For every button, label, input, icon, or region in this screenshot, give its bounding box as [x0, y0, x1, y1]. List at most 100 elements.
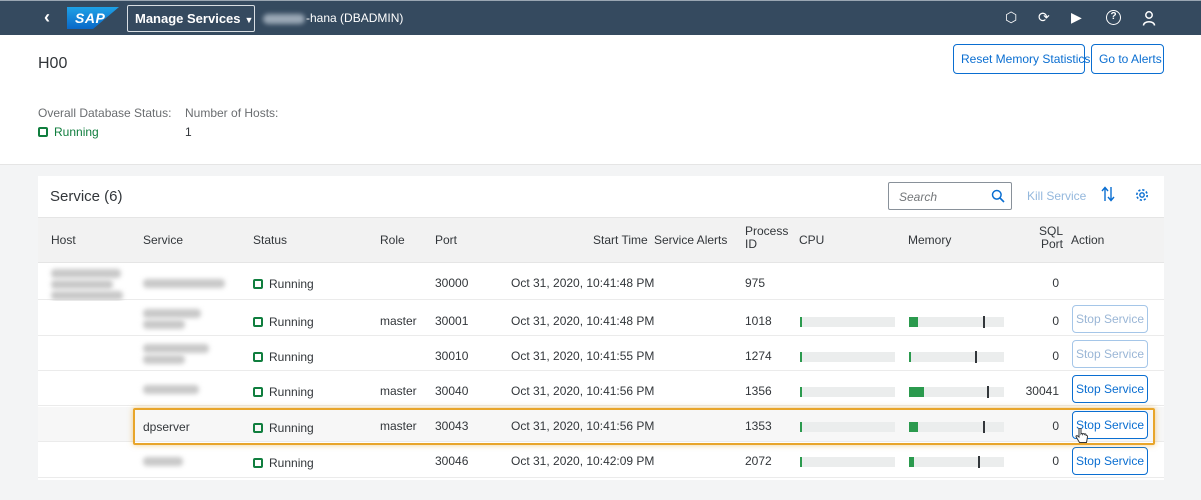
sort-icon[interactable] — [1100, 185, 1116, 203]
col-role[interactable]: Role — [380, 233, 405, 247]
col-host[interactable]: Host — [51, 233, 76, 247]
table-row[interactable]: Running 30000 Oct 31, 2020, 10:41:48 PM … — [38, 265, 1164, 300]
sql-port-cell: 0 — [1052, 314, 1059, 328]
cpu-bar — [800, 457, 895, 467]
play-circle-icon[interactable]: ▶ — [1071, 9, 1082, 26]
services-table: Service (6) Search Kill Service Host Ser… — [38, 176, 1164, 480]
memory-bar-fill — [909, 422, 918, 432]
cube-icon[interactable]: ⬡ — [1005, 9, 1017, 26]
port-cell: 30040 — [435, 384, 469, 398]
memory-bar-marker — [983, 316, 985, 328]
col-status[interactable]: Status — [253, 233, 287, 247]
memory-bar-fill — [909, 317, 918, 327]
search-input[interactable]: Search — [888, 182, 1012, 210]
user-icon[interactable] — [1141, 10, 1157, 26]
start-time-cell: Oct 31, 2020, 10:41:55 PM — [511, 349, 655, 363]
stop-service-button[interactable]: Stop Service — [1072, 375, 1148, 403]
status-cell: Running — [253, 421, 314, 435]
sql-port-cell: 30041 — [1025, 384, 1059, 398]
sql-port-cell: 0 — [1052, 454, 1059, 468]
col-process-id[interactable]: Process ID — [745, 225, 788, 251]
redacted-service — [143, 320, 185, 329]
cpu-bar-fill — [800, 457, 802, 467]
col-service[interactable]: Service — [143, 233, 183, 247]
table-row[interactable]: Running master 30040 Oct 31, 2020, 10:41… — [38, 371, 1164, 406]
shell-bar: ‹ SAP Manage Services ▼ -hana (DBADMIN) ⬡… — [0, 0, 1201, 35]
port-cell: 30010 — [435, 349, 469, 363]
go-to-alerts-button[interactable]: Go to Alerts — [1091, 44, 1164, 74]
status-text: Running — [269, 315, 314, 329]
table-row[interactable]: Running 30010 Oct 31, 2020, 10:41:55 PM … — [38, 336, 1164, 371]
table-row[interactable]: Running master 30001 Oct 31, 2020, 10:41… — [38, 301, 1164, 336]
status-cell: Running — [253, 456, 314, 470]
stop-service-button[interactable]: Stop Service — [1072, 305, 1148, 333]
service-cell: dpserver — [143, 420, 190, 434]
status-text: Running — [269, 456, 314, 470]
sap-logo[interactable]: SAP — [67, 7, 119, 29]
table-header-row: Host Service Status Role Port Start Time… — [38, 217, 1164, 263]
port-cell: 30043 — [435, 419, 469, 433]
hosts-label: Number of Hosts: — [185, 106, 279, 120]
stop-service-button[interactable]: Stop Service — [1072, 340, 1148, 368]
role-cell: master — [380, 384, 417, 398]
cpu-bar-fill — [800, 317, 802, 327]
status-cell: Running — [253, 277, 314, 291]
memory-bar-fill — [909, 457, 914, 467]
refresh-icon[interactable]: ⟳ — [1038, 9, 1050, 26]
memory-bar — [909, 421, 1004, 433]
pid-cell: 1356 — [745, 384, 772, 398]
system-context-label: -hana (DBADMIN) — [306, 11, 404, 25]
db-status-text: Running — [54, 125, 99, 139]
back-icon[interactable]: ‹ — [44, 7, 50, 28]
pid-cell: 2072 — [745, 454, 772, 468]
stop-service-button[interactable]: Stop Service — [1072, 447, 1148, 475]
table-row[interactable]: dpserver Running master 30043 Oct 31, 20… — [38, 407, 1164, 442]
memory-bar-marker — [983, 421, 985, 433]
hand-cursor-icon — [1075, 428, 1089, 443]
redacted-host — [51, 269, 121, 278]
col-service-alerts[interactable]: Service Alerts — [654, 233, 727, 247]
col-sql-port-line1: SQL — [1039, 224, 1064, 238]
cpu-bar — [800, 387, 895, 397]
redacted-service — [143, 279, 225, 288]
app-title-menu[interactable]: Manage Services ▼ — [127, 5, 255, 32]
running-status-icon — [253, 317, 263, 327]
redacted-service — [143, 385, 199, 394]
redacted-service — [143, 457, 183, 466]
help-icon[interactable]: ? — [1106, 10, 1121, 25]
redacted-service — [143, 309, 201, 318]
col-sql-port[interactable]: SQL Port — [1039, 225, 1063, 251]
redacted-host — [51, 291, 123, 300]
col-action[interactable]: Action — [1071, 233, 1104, 247]
status-cell: Running — [253, 385, 314, 399]
reset-memory-statistics-button[interactable]: Reset Memory Statistics — [953, 44, 1090, 74]
memory-bar-fill — [909, 387, 924, 397]
status-text: Running — [269, 421, 314, 435]
col-port[interactable]: Port — [435, 233, 457, 247]
memory-bar-fill — [909, 352, 911, 362]
cpu-bar-fill — [800, 352, 802, 362]
kill-service-button[interactable]: Kill Service — [1027, 189, 1086, 203]
pid-cell: 975 — [745, 276, 766, 290]
table-row[interactable]: Running 30046 Oct 31, 2020, 10:42:09 PM … — [38, 443, 1164, 478]
col-memory[interactable]: Memory — [908, 233, 951, 247]
col-cpu[interactable]: CPU — [799, 233, 824, 247]
search-icon[interactable] — [991, 189, 1005, 203]
col-start-time[interactable]: Start Time — [593, 233, 648, 247]
page-title: H00 — [38, 55, 68, 72]
role-cell: master — [380, 314, 417, 328]
hosts-value: 1 — [185, 125, 192, 139]
memory-bar — [909, 386, 1004, 398]
pid-cell: 1353 — [745, 419, 772, 433]
running-status-icon — [253, 279, 263, 289]
cpu-bar — [800, 352, 895, 362]
redacted-service — [143, 355, 185, 364]
cpu-bar — [800, 317, 895, 327]
system-context: -hana (DBADMIN) — [263, 11, 403, 25]
sql-port-cell: 0 — [1052, 276, 1059, 290]
sql-port-cell: 0 — [1052, 419, 1059, 433]
object-header: H00 Reset Memory Statistics Go to Alerts… — [0, 35, 1201, 165]
gear-icon[interactable] — [1135, 188, 1149, 202]
app-title-label: Manage Services — [135, 11, 241, 26]
start-time-cell: Oct 31, 2020, 10:42:09 PM — [511, 454, 655, 468]
